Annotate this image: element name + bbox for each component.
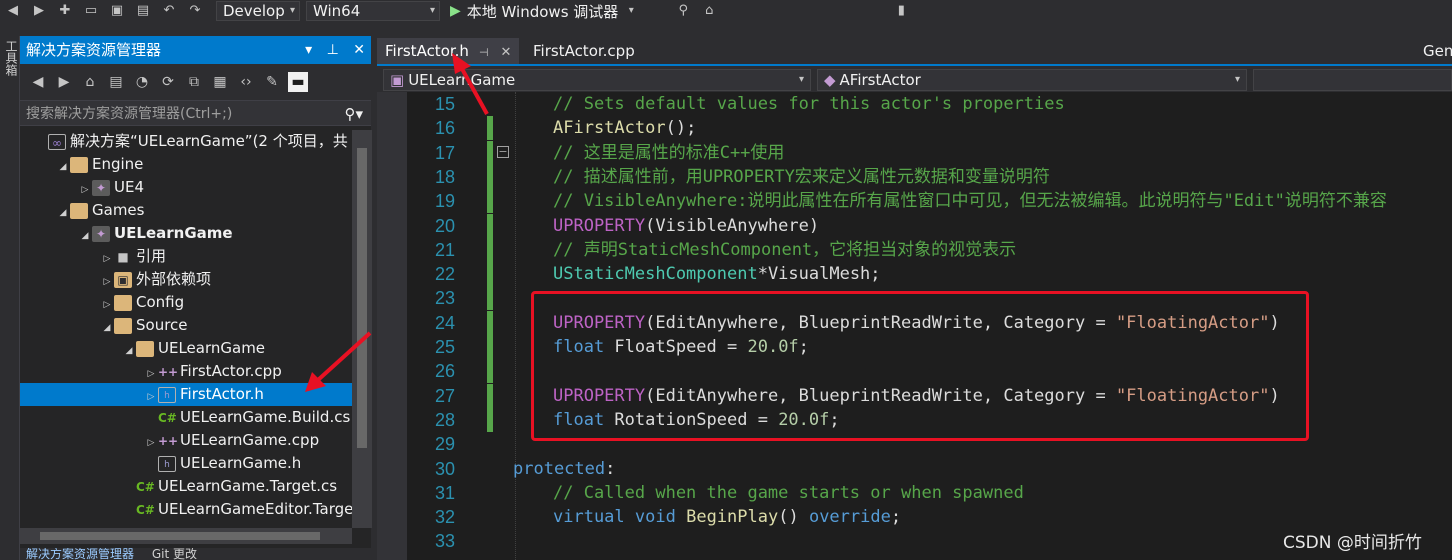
watermark: CSDN @时间折竹 — [1283, 533, 1422, 553]
arrow-to-file — [316, 331, 372, 382]
annotation-arrows — [305, 53, 489, 392]
arrow-to-tab — [459, 66, 489, 115]
